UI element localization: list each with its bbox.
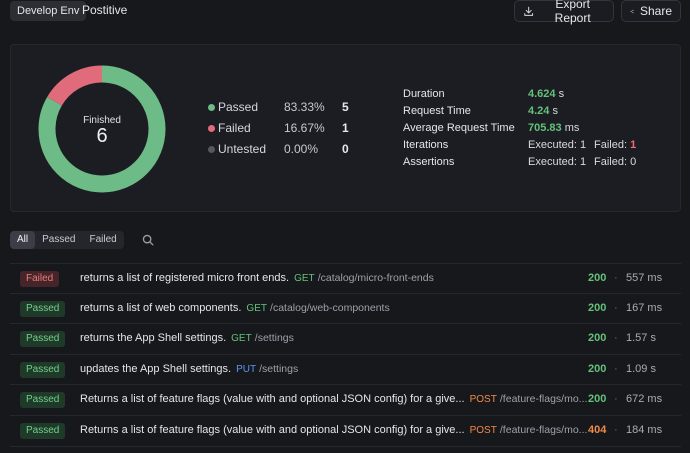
status-code: 404 (588, 423, 607, 436)
http-method: GET (246, 302, 267, 314)
response-time: 557 ms (626, 272, 663, 284)
request-path: /catalog/micro-front-ends (317, 272, 434, 284)
stat-failed: Failed: 0 (594, 156, 637, 168)
http-method: PUT (236, 363, 257, 375)
request-path: /feature-flags/mo... (499, 423, 588, 436)
stat-value: 4.624 s (528, 88, 565, 100)
separator: · (614, 332, 618, 345)
separator: · (614, 272, 618, 284)
stat-label: Assertions (403, 156, 455, 168)
stat-failed: Failed: 1 (594, 139, 637, 151)
request-path: /settings (259, 362, 299, 375)
share-icon (630, 9, 634, 13)
legend-label: Untested (218, 142, 267, 156)
status-code: 200 (588, 393, 607, 406)
search-icon[interactable] (141, 233, 155, 247)
response-time: 184 ms (626, 423, 663, 436)
request-title: returns the App Shell settings. GET /sett… (80, 332, 294, 345)
legend-count: 5 (342, 100, 349, 114)
top-bar: Develop Env Postitive Export Report Shar… (0, 0, 690, 30)
summary-panel: Finished 6 Passed 83.33% 5 Failed 16.67%… (10, 44, 681, 212)
request-title: returns a list of registered micro front… (80, 272, 434, 284)
tab-failed[interactable]: Failed (82, 231, 123, 249)
status-badge: Passed (20, 300, 66, 317)
legend-percent: 83.33% (284, 100, 325, 114)
share-button[interactable]: Share (621, 0, 681, 22)
environment-badge[interactable]: Develop Env (10, 1, 87, 21)
result-row[interactable]: Passed returns the App Shell settings. GE… (10, 324, 681, 355)
status-badge: Passed (20, 361, 66, 378)
passed-dot-icon (208, 104, 215, 111)
result-row[interactable]: Passed Returns a list of feature flags (… (10, 385, 681, 416)
failed-dot-icon (208, 125, 215, 132)
request-title: returns a list of web components. GET /ca… (80, 301, 390, 314)
status-code: 200 (588, 301, 607, 314)
separator: · (614, 393, 618, 406)
http-method: POST (469, 394, 497, 406)
separator: · (614, 301, 618, 314)
result-row[interactable]: Passed returns a list of web components.… (10, 294, 681, 325)
response-time: 1.57 s (626, 332, 656, 345)
stat-label: Duration (403, 88, 445, 100)
tab-passed[interactable]: Passed (35, 231, 82, 249)
legend-label: Passed (218, 100, 259, 114)
status-code: 200 (588, 362, 607, 375)
separator: · (614, 423, 618, 436)
status-badge: Failed (20, 271, 60, 287)
donut-total: 6 (96, 125, 108, 147)
status-badge: Passed (20, 392, 66, 409)
untested-dot-icon (208, 146, 215, 153)
stat-label: Request Time (403, 105, 471, 117)
result-row[interactable]: Passed updates the App Shell settings. PU… (10, 355, 681, 386)
status-badge: Passed (20, 422, 66, 439)
export-report-button[interactable]: Export Report (514, 0, 614, 25)
separator: · (614, 362, 618, 375)
http-method: GET (231, 333, 252, 345)
result-row[interactable]: Failed returns a list of registered micr… (10, 263, 681, 294)
request-title: Returns a list of feature flags (value w… (80, 393, 588, 406)
status-code: 200 (588, 332, 607, 345)
http-method: POST (469, 424, 497, 436)
download-icon (524, 6, 534, 16)
request-path: /settings (254, 332, 294, 345)
legend-percent: 16.67% (284, 121, 325, 135)
result-row[interactable]: Passed Returns a list of feature flags (… (10, 416, 681, 447)
status-code: 200 (588, 272, 607, 284)
stat-label: Iterations (403, 139, 449, 151)
stat-value: 705.83 ms (528, 122, 580, 134)
run-name: Postitive (82, 3, 128, 17)
share-label: Share (639, 4, 672, 18)
http-method: GET (294, 273, 315, 284)
stat-executed: Executed: 1 (528, 139, 587, 151)
response-time: 167 ms (626, 301, 663, 314)
request-title: Returns a list of feature flags (value w… (80, 423, 588, 436)
result-list: Failed returns a list of registered micr… (10, 263, 681, 447)
export-report-label: Export Report (554, 0, 591, 25)
legend-percent: 0.00% (284, 142, 319, 156)
legend-count: 0 (342, 142, 349, 156)
stat-value: 4.24 s (528, 105, 558, 117)
request-title: updates the App Shell settings. PUT /sett… (80, 362, 299, 375)
status-badge: Passed (20, 331, 66, 348)
request-path: /catalog/web-components (270, 301, 390, 314)
response-time: 1.09 s (626, 362, 656, 375)
tab-all[interactable]: All (10, 231, 36, 249)
legend-count: 1 (342, 121, 349, 135)
result-filter-tabs: All Passed Failed (10, 231, 124, 249)
legend-label: Failed (218, 121, 251, 135)
stat-label: Average Request Time (403, 122, 515, 134)
response-time: 672 ms (626, 393, 663, 406)
stat-executed: Executed: 1 (528, 156, 587, 168)
request-path: /feature-flags/mo... (499, 393, 588, 406)
